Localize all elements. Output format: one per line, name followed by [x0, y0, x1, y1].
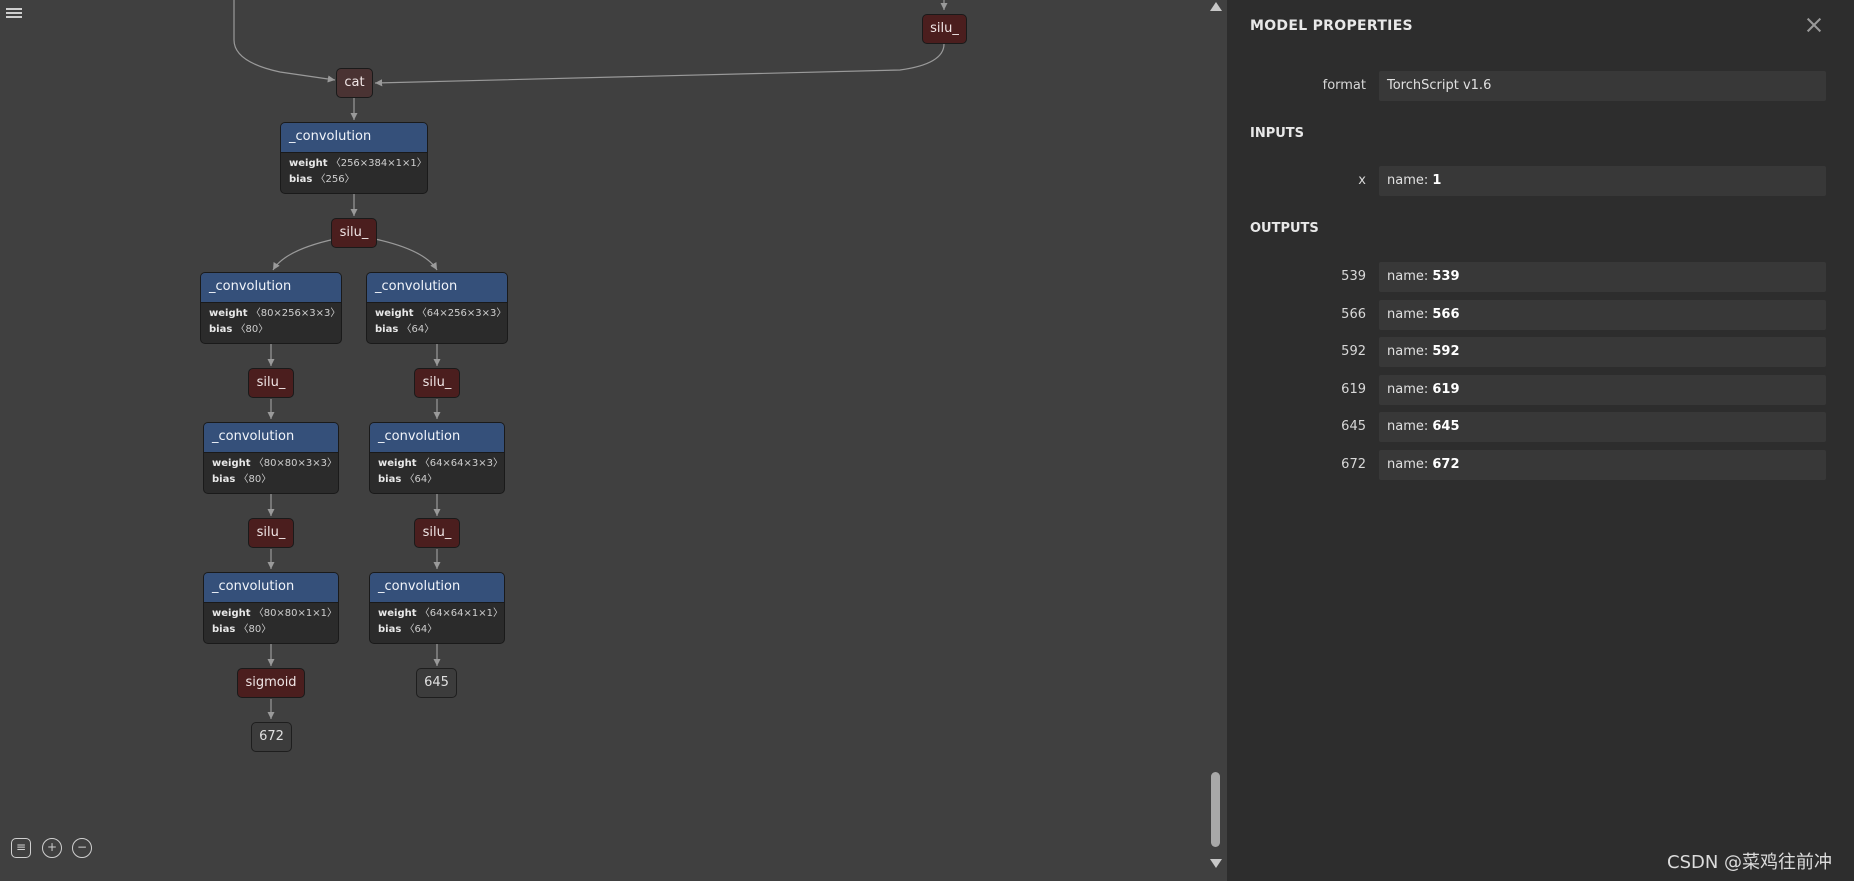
output-label: 645	[1341, 419, 1366, 434]
zoom-out-icon[interactable]: −	[72, 838, 92, 858]
list-icon[interactable]: ≡	[11, 838, 31, 858]
node-output-672[interactable]: 672	[251, 722, 292, 752]
node-title: _convolution	[370, 573, 504, 603]
node-title: _convolution	[370, 423, 504, 453]
node-weight-attr: weight 〈64×256×3×3〉	[375, 308, 507, 319]
zoom-in-icon[interactable]: +	[42, 838, 62, 858]
model-properties-panel: MODEL PROPERTIES format TorchScript v1.6…	[1227, 0, 1854, 881]
watermark: CSDN @菜鸡往前冲	[1667, 852, 1833, 873]
node-bias-attr: bias 〈80〉	[209, 324, 269, 335]
property-value[interactable]: TorchScript v1.6	[1379, 71, 1826, 101]
node-silu-left-1[interactable]: silu_	[248, 368, 294, 398]
node-weight-attr: weight 〈80×80×1×1〉	[212, 608, 338, 619]
node-convolution-right-3[interactable]: _convolution weight 〈64×64×1×1〉 bias 〈64…	[369, 572, 505, 644]
node-convolution-left-1[interactable]: _convolution weight 〈80×256×3×3〉 bias 〈8…	[200, 272, 342, 344]
output-row: 672 name: 672	[1227, 450, 1827, 480]
input-label: x	[1358, 173, 1366, 188]
hamburger-icon[interactable]	[6, 6, 22, 22]
node-silu-main[interactable]: silu_	[331, 218, 377, 248]
node-title: _convolution	[204, 573, 338, 603]
panel-title: MODEL PROPERTIES	[1250, 18, 1413, 34]
node-weight-attr: weight 〈64×64×1×1〉	[378, 608, 504, 619]
node-silu-right-1[interactable]: silu_	[414, 368, 460, 398]
node-cat[interactable]: cat	[336, 68, 373, 98]
node-sigmoid[interactable]: sigmoid	[237, 668, 305, 698]
output-value[interactable]: name: 672	[1379, 450, 1826, 480]
node-title: _convolution	[281, 123, 427, 153]
scroll-down-arrow-icon[interactable]	[1210, 859, 1222, 868]
node-weight-attr: weight 〈80×256×3×3〉	[209, 308, 341, 319]
node-bias-attr: bias 〈80〉	[212, 474, 272, 485]
node-convolution-left-3[interactable]: _convolution weight 〈80×80×1×1〉 bias 〈80…	[203, 572, 339, 644]
output-row: 645 name: 645	[1227, 412, 1827, 442]
input-row: x name: 1	[1227, 166, 1827, 196]
output-label: 539	[1341, 269, 1366, 284]
output-row: 566 name: 566	[1227, 300, 1827, 330]
node-convolution-right-2[interactable]: _convolution weight 〈64×64×3×3〉 bias 〈64…	[369, 422, 505, 494]
node-bias-attr: bias 〈64〉	[378, 624, 438, 635]
node-bias-attr: bias 〈256〉	[289, 174, 355, 185]
node-bias-attr: bias 〈64〉	[375, 324, 435, 335]
node-weight-attr: weight 〈256×384×1×1〉	[289, 158, 427, 169]
node-title: _convolution	[367, 273, 507, 303]
outputs-heading: OUTPUTS	[1250, 221, 1319, 236]
node-convolution-right-1[interactable]: _convolution weight 〈64×256×3×3〉 bias 〈6…	[366, 272, 508, 344]
graph-edges	[233, 0, 948, 719]
output-label: 619	[1341, 382, 1366, 397]
node-output-645[interactable]: 645	[416, 668, 457, 698]
node-convolution-main[interactable]: _convolution weight 〈256×384×1×1〉 bias 〈…	[280, 122, 428, 194]
node-convolution-left-2[interactable]: _convolution weight 〈80×80×3×3〉 bias 〈80…	[203, 422, 339, 494]
output-value[interactable]: name: 539	[1379, 262, 1826, 292]
node-bias-attr: bias 〈64〉	[378, 474, 438, 485]
node-weight-attr: weight 〈80×80×3×3〉	[212, 458, 338, 469]
node-bias-attr: bias 〈80〉	[212, 624, 272, 635]
node-title: _convolution	[201, 273, 341, 303]
output-row: 619 name: 619	[1227, 375, 1827, 405]
inputs-heading: INPUTS	[1250, 126, 1305, 141]
output-value[interactable]: name: 645	[1379, 412, 1826, 442]
graph-canvas[interactable]: silu_ cat _convolution weight 〈256×384×1…	[0, 0, 1205, 881]
output-value[interactable]: name: 566	[1379, 300, 1826, 330]
property-row-format: format TorchScript v1.6	[1227, 71, 1827, 101]
output-label: 672	[1341, 457, 1366, 472]
scroll-up-arrow-icon[interactable]	[1210, 2, 1222, 11]
output-label: 592	[1341, 344, 1366, 359]
node-silu-left-2[interactable]: silu_	[248, 518, 294, 548]
output-row: 592 name: 592	[1227, 337, 1827, 367]
output-value[interactable]: name: 592	[1379, 337, 1826, 367]
input-value[interactable]: name: 1	[1379, 166, 1826, 196]
scroll-thumb[interactable]	[1211, 772, 1220, 847]
node-silu-right-2[interactable]: silu_	[414, 518, 460, 548]
node-weight-attr: weight 〈64×64×3×3〉	[378, 458, 504, 469]
node-silu-top[interactable]: silu_	[922, 14, 967, 44]
close-icon[interactable]	[1804, 15, 1824, 35]
output-label: 566	[1341, 307, 1366, 322]
output-value[interactable]: name: 619	[1379, 375, 1826, 405]
node-title: _convolution	[204, 423, 338, 453]
output-row: 539 name: 539	[1227, 262, 1827, 292]
property-label: format	[1322, 78, 1366, 93]
